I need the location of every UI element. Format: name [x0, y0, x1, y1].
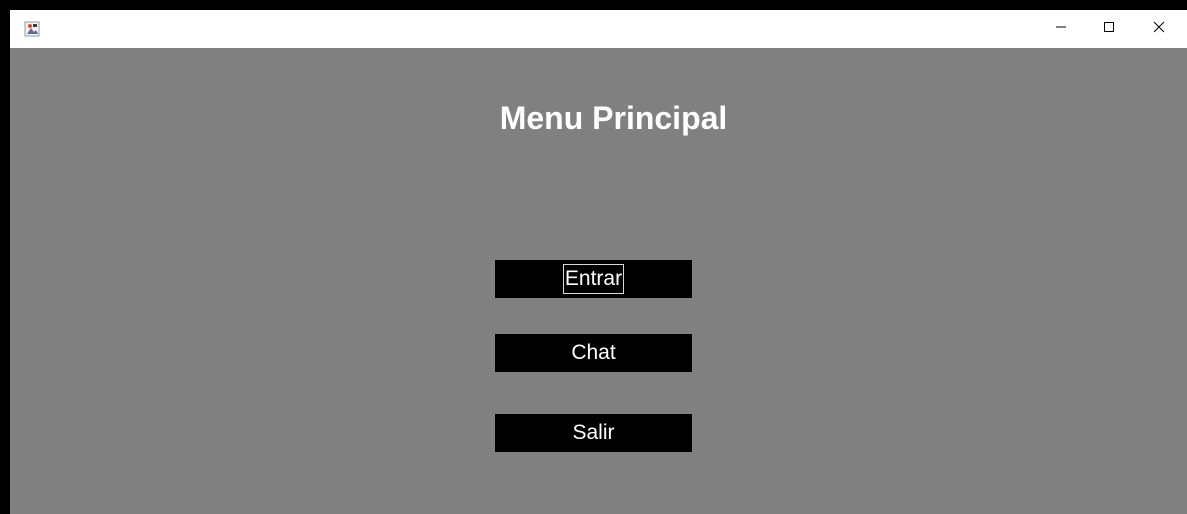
- exit-button[interactable]: Salir: [495, 414, 692, 452]
- chat-button[interactable]: Chat: [495, 334, 692, 372]
- minimize-button[interactable]: [1038, 10, 1084, 48]
- title-bar[interactable]: [10, 10, 1187, 48]
- maximize-button[interactable]: [1086, 10, 1132, 48]
- enter-button[interactable]: Entrar: [495, 260, 692, 298]
- enter-button-label: Entrar: [562, 264, 625, 294]
- chat-button-label: Chat: [571, 341, 616, 364]
- exit-button-label: Salir: [572, 421, 615, 444]
- minimize-icon: [1055, 20, 1067, 38]
- close-icon: [1153, 20, 1165, 38]
- app-window: Menu Principal Entrar Chat Salir: [10, 10, 1187, 514]
- maximize-icon: [1103, 20, 1115, 38]
- page-title: Menu Principal: [499, 100, 728, 136]
- close-button[interactable]: [1136, 10, 1182, 48]
- java-app-icon: [24, 21, 40, 37]
